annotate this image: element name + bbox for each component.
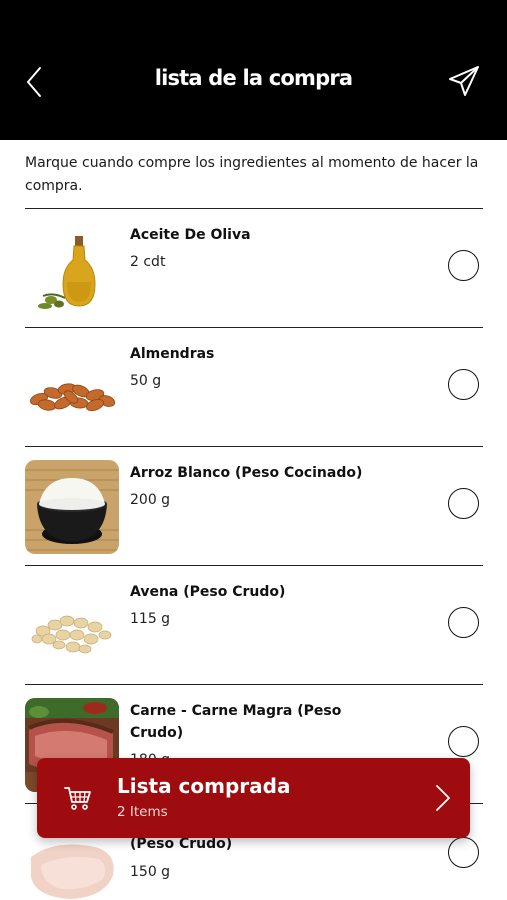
item-quantity: 115 g [130,611,171,627]
item-name: Carne - Carne Magra (Peso Crudo) [130,703,342,741]
olive-oil-image [25,222,119,316]
almonds-image [25,341,119,435]
item-quantity: 50 g [130,373,162,389]
list-item: Avena (Peso Crudo) 115 g [25,565,483,684]
purchase-checkbox[interactable] [448,607,479,638]
shopping-cart-icon [64,787,91,810]
item-name: Aceite De Oliva [130,227,251,243]
rice-bowl-image [25,460,119,554]
item-name: Arroz Blanco (Peso Cocinado) [130,465,363,481]
item-name: Avena (Peso Crudo) [130,584,286,600]
list-item: Almendras 50 g [25,327,483,446]
list-item: Aceite De Oliva 2 cdt [25,208,483,327]
purchase-checkbox[interactable] [448,369,479,400]
item-quantity: 150 g [130,864,171,880]
purchase-checkbox[interactable] [448,726,479,757]
instructions-text: Marque cuando compre los ingredientes al… [25,155,479,194]
bought-list-button[interactable]: Lista comprada 2 Items [37,758,470,838]
bought-list-title: Lista comprada [117,774,291,798]
purchase-checkbox[interactable] [448,250,479,281]
share-button[interactable] [444,62,484,100]
paper-plane-icon [449,66,479,96]
item-quantity: 2 cdt [130,254,166,270]
item-quantity: 200 g [130,492,171,508]
list-item: Arroz Blanco (Peso Cocinado) 200 g [25,446,483,565]
item-name: Almendras [130,346,215,362]
top-bar: lista de la compra [0,0,507,140]
purchase-checkbox[interactable] [448,837,479,868]
oats-image [25,579,119,673]
page-title: lista de la compra [154,66,353,90]
chevron-right-icon [436,785,450,811]
bought-items-count: 2 Items [117,804,168,820]
purchase-checkbox[interactable] [448,488,479,519]
